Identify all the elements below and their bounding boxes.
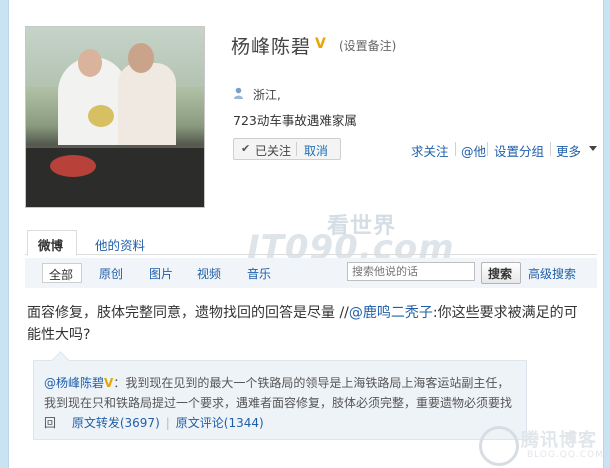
set-remark-link[interactable]: (设置备注) (339, 37, 396, 54)
user-location-icon (234, 87, 243, 99)
reposted-content: @杨峰陈碧V：我到现在见到的最大一个铁路局的领导是上海铁路局上海客运站副主任，我… (33, 351, 527, 440)
tencent-blog-logo: 腾讯博客 BLOG.QQ.COM (479, 426, 609, 466)
comment-count-link[interactable]: 原文评论(1344) (176, 416, 264, 430)
search-button[interactable]: 搜索 (481, 262, 521, 284)
advanced-search-link[interactable]: 高级搜索 (528, 265, 576, 282)
verified-icon: V (104, 376, 114, 390)
filter-videos[interactable]: 视频 (197, 265, 221, 282)
repost-count-link[interactable]: 原文转发(3697) (72, 416, 160, 430)
repost-author-link[interactable]: @杨峰陈碧 (44, 376, 104, 390)
post-content: 面容修复，肢体完整同意，遗物找回的回答是尽量 //@鹿鸣二秃子:你这些要求被满足… (27, 305, 578, 343)
more-menu[interactable]: 更多 (556, 141, 581, 160)
tab-weibo[interactable]: 微博 (27, 230, 77, 256)
filter-bar: 全部 原创 图片 视频 音乐 搜索 高级搜索 (25, 258, 597, 288)
ask-follow-link[interactable]: 求关注 (411, 141, 449, 160)
mention-link[interactable]: @鹿鸣二秃子 (349, 305, 433, 321)
chevron-down-icon (589, 146, 597, 151)
unfollow-button[interactable]: 取消 (304, 142, 328, 159)
filter-original[interactable]: 原创 (99, 265, 123, 282)
at-him-link[interactable]: @他 (461, 141, 486, 160)
filter-music[interactable]: 音乐 (247, 265, 271, 282)
followed-label: 已关注 (255, 144, 292, 158)
tab-profile-info[interactable]: 他的资料 (95, 235, 145, 254)
profile-name: 杨峰陈碧 (231, 36, 312, 58)
filter-images[interactable]: 图片 (149, 265, 173, 282)
filter-all[interactable]: 全部 (42, 263, 82, 283)
profile-photo[interactable] (25, 26, 205, 208)
check-icon: ✔ (241, 142, 251, 155)
tab-label: 微博 (38, 238, 64, 253)
profile-page: 杨峰陈碧 V (设置备注) 浙江, 723动车事故遇难家属 ✔ 已关注 取消 求… (8, 0, 604, 468)
set-group-link[interactable]: 设置分组 (494, 141, 544, 160)
bio-text: 723动车事故遇难家属 (233, 113, 357, 128)
verified-icon: V (315, 36, 326, 52)
location-text: 浙江, (253, 88, 281, 102)
search-input[interactable] (347, 262, 475, 281)
follow-status: ✔ 已关注 取消 (233, 138, 341, 160)
